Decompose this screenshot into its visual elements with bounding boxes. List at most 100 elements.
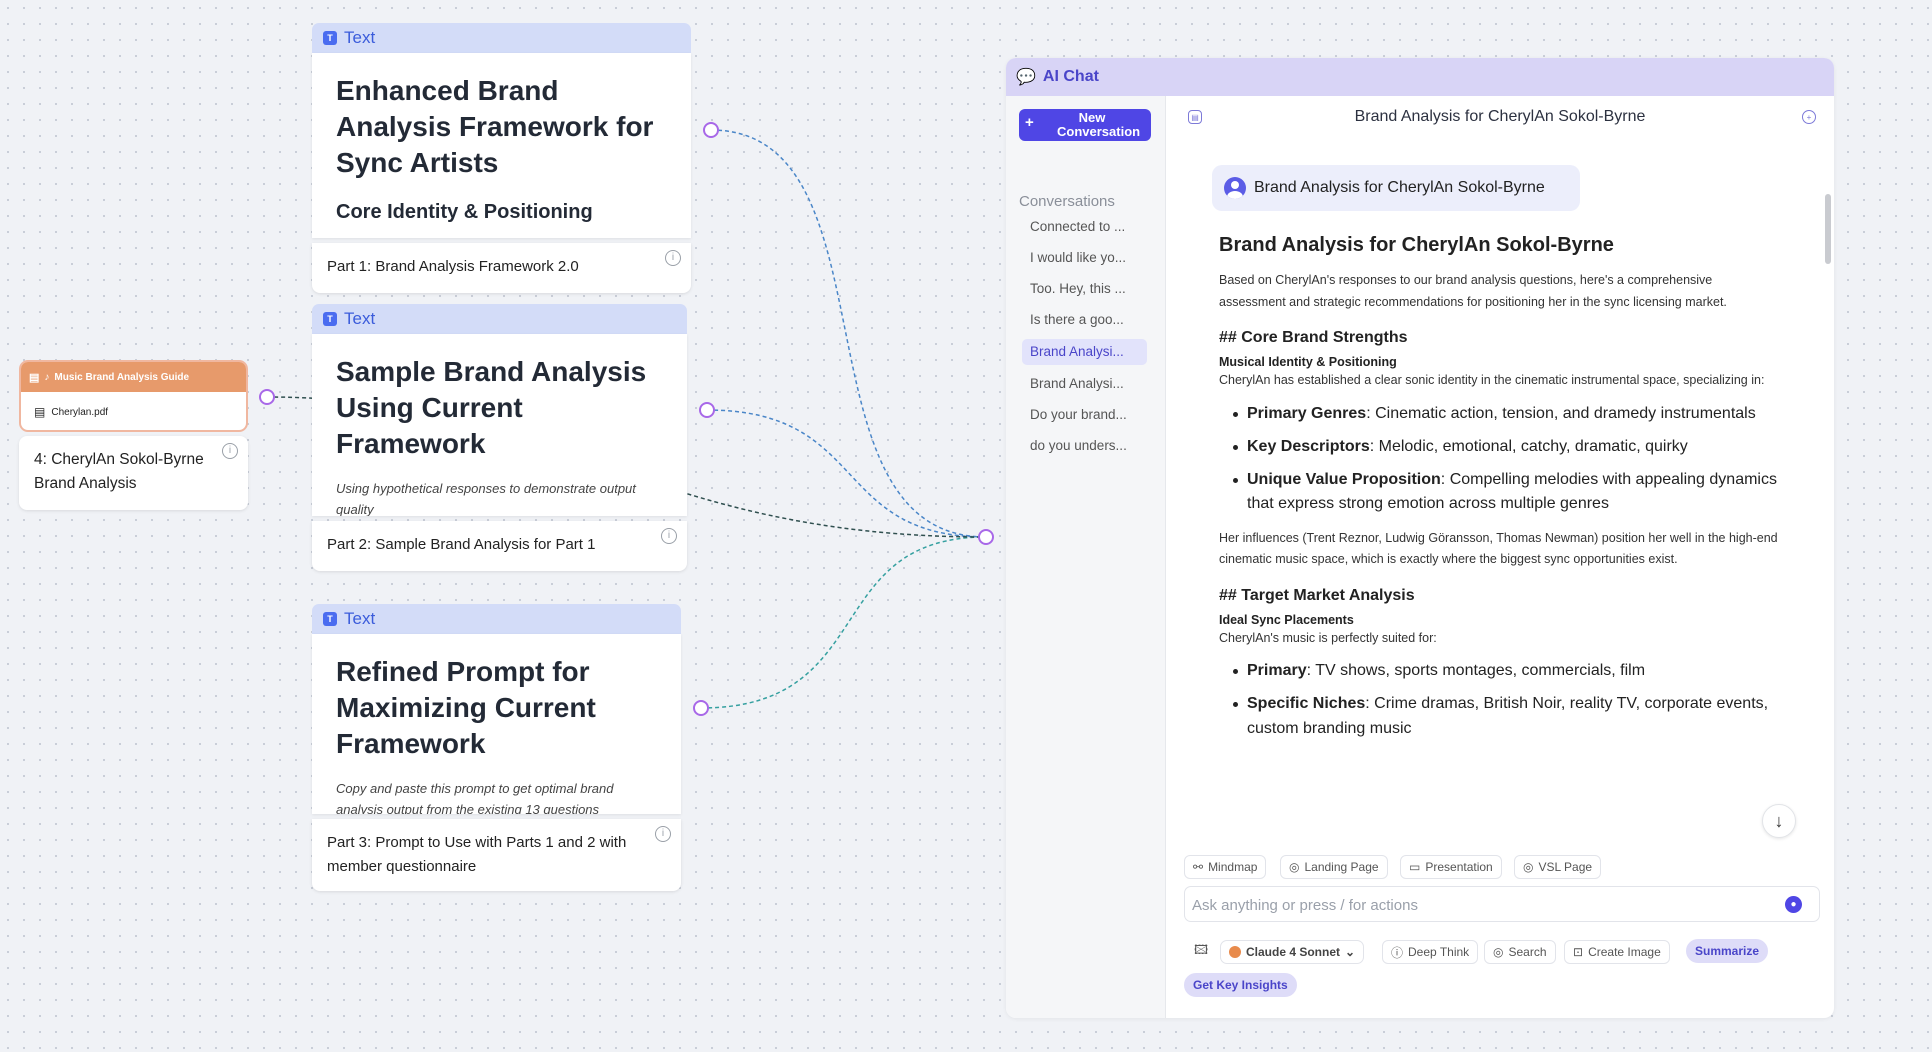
search-button[interactable]: ◎ Search	[1484, 940, 1556, 964]
bullet-label: Unique Value Proposition	[1247, 470, 1441, 488]
text-card-1-title: Enhanced Brand Analysis Framework for Sy…	[336, 73, 667, 181]
lightbulb-icon: ⓘ	[1391, 945, 1404, 960]
title-line: Analysis Framework for	[336, 111, 654, 142]
mindmap-button[interactable]: ⚯ Mindmap	[1184, 855, 1267, 879]
text-card-3-description: Copy and paste this prompt to get optima…	[336, 781, 614, 814]
summarize-button[interactable]: Summarize	[1686, 939, 1769, 963]
subsection-heading: Ideal Sync Placements	[1219, 612, 1354, 627]
presentation-icon: ▭	[1409, 860, 1421, 874]
image-upload-button[interactable]: 🖾	[1186, 940, 1217, 964]
vsl-page-button[interactable]: ◎ VSL Page	[1514, 855, 1602, 879]
bullet-label: Primary Genres	[1247, 404, 1367, 422]
conversation-item-active[interactable]: Brand Analysi...	[1022, 339, 1147, 365]
file-icon: ▤	[34, 405, 46, 419]
section-text: Her influences (Trent Reznor, Ludwig Gör…	[1219, 530, 1778, 567]
text-type-icon: T	[323, 612, 337, 626]
chat-header: ▤ Brand Analysis for CherylAn Sokol-Byrn…	[1166, 96, 1834, 138]
conversation-item[interactable]: Brand Analysi...	[1022, 371, 1147, 397]
bullet-text: : Cinematic action, tension, and dramedy…	[1366, 404, 1756, 422]
connector-card1	[710, 129, 987, 538]
text-card-3-footer[interactable]: Part 3: Prompt to Use with Parts 1 and 2…	[312, 819, 681, 891]
file-name: Cherylan.pdf	[51, 406, 109, 418]
connector-handle[interactable]	[699, 402, 715, 418]
new-conversation-button[interactable]: + New Conversation	[1019, 109, 1151, 141]
microphone-icon[interactable]: ●	[1785, 896, 1802, 913]
bullet-text: : TV shows, sports montages, commercials…	[1306, 662, 1646, 679]
chat-input[interactable]	[1192, 894, 1762, 916]
bullet-label: Key Descriptors	[1247, 437, 1370, 455]
text-card-2-header[interactable]: T Text	[312, 304, 687, 334]
text-card-2-footer[interactable]: Part 2: Sample Brand Analysis for Part 1…	[312, 521, 687, 571]
user-avatar-icon	[1224, 177, 1246, 199]
globe-icon: ◎	[1289, 860, 1300, 874]
text-card-1-body[interactable]: Enhanced Brand Analysis Framework for Sy…	[312, 53, 691, 238]
presentation-label: Presentation	[1425, 860, 1493, 874]
music-note-icon: ♪	[44, 371, 50, 383]
create-image-button[interactable]: ⊡ Create Image	[1564, 940, 1670, 964]
connector-handle[interactable]	[259, 389, 275, 405]
text-card-2-title: Sample Brand Analysis Using Current Fram…	[336, 354, 663, 462]
text-type-icon: T	[323, 31, 337, 45]
scrollbar[interactable]	[1825, 194, 1831, 264]
get-key-insights-label: Get Key Insights	[1193, 978, 1288, 992]
info-icon[interactable]: i	[665, 250, 681, 266]
title-line: Framework	[336, 728, 486, 759]
file-node-footer[interactable]: 4: CherylAn Sokol-Byrne Brand Analysis i	[19, 436, 248, 510]
new-chat-icon[interactable]: +	[1802, 110, 1816, 124]
conversation-item[interactable]: Too. Hey, this ...	[1022, 276, 1147, 302]
conversation-item[interactable]: Connected to ...	[1022, 214, 1147, 240]
title-line: Sync Artists	[336, 147, 499, 178]
ai-chat-titlebar[interactable]: 💬 AI Chat	[1006, 58, 1834, 96]
user-message-text: Brand Analysis for CherylAn Sokol-Byrne	[1254, 179, 1545, 196]
chevron-down-icon: ⌄	[1345, 945, 1356, 959]
landing-page-button[interactable]: ◎ Landing Page	[1280, 855, 1388, 879]
text-card-1-type: Text	[344, 28, 376, 47]
title-line: Sample Brand Analysis	[336, 356, 647, 387]
scroll-to-bottom-button[interactable]: ↓	[1762, 804, 1796, 838]
file-node[interactable]: ▤ ♪ Music Brand Analysis Guide ▤ Cheryla…	[19, 360, 248, 432]
text-card-1-footer[interactable]: Part 1: Brand Analysis Framework 2.0 i	[312, 243, 691, 293]
bullet-list: Primary Genres: Cinematic action, tensio…	[1219, 402, 1779, 517]
presentation-button[interactable]: ▭ Presentation	[1400, 855, 1502, 879]
bullet-list: Primary: TV shows, sports montages, comm…	[1219, 659, 1779, 738]
text-card-2-body[interactable]: Sample Brand Analysis Using Current Fram…	[312, 334, 687, 516]
info-icon[interactable]: i	[222, 443, 238, 459]
plus-icon: +	[1025, 114, 1034, 131]
deep-think-button[interactable]: ⓘ Deep Think	[1382, 940, 1479, 964]
connector-handle[interactable]	[703, 122, 719, 138]
image-icon: 🖾	[1194, 942, 1209, 957]
image-icon: ⊡	[1573, 945, 1584, 959]
message-area[interactable]: Brand Analysis for CherylAn Sokol-Byrne …	[1166, 138, 1834, 738]
text-type-icon: T	[323, 312, 337, 326]
mindmap-icon: ⚯	[1193, 860, 1204, 874]
vsl-page-label: VSL Page	[1538, 860, 1593, 874]
title-line: Enhanced Brand	[336, 75, 559, 106]
chat-input-handle[interactable]	[978, 529, 994, 545]
title-line: Using Current	[336, 392, 523, 423]
info-icon[interactable]: i	[661, 528, 677, 544]
connector-handle[interactable]	[693, 700, 709, 716]
conversation-sidebar: + New Conversation Conversations Connect…	[1006, 96, 1166, 1018]
list-item: Primary: TV shows, sports montages, comm…	[1219, 659, 1779, 684]
mindmap-label: Mindmap	[1208, 860, 1258, 874]
connector-card3	[700, 536, 987, 709]
file-row[interactable]: ▤ Cherylan.pdf	[21, 392, 246, 419]
section-text: CherylAn has established a clear sonic i…	[1219, 373, 1765, 387]
title-line: Framework	[336, 428, 486, 459]
text-card-3-header[interactable]: T Text	[312, 604, 681, 634]
globe-icon: ◎	[1493, 945, 1504, 959]
conversation-item[interactable]: I would like yo...	[1022, 245, 1147, 271]
chat-bubble-icon: 💬	[1016, 69, 1036, 86]
conversation-item[interactable]: Do your brand...	[1022, 402, 1147, 428]
info-icon[interactable]: i	[655, 826, 671, 842]
get-key-insights-button[interactable]: Get Key Insights	[1184, 973, 1297, 997]
model-selector[interactable]: Claude 4 Sonnet ⌄	[1220, 940, 1365, 964]
text-card-1-header[interactable]: T Text	[312, 23, 691, 53]
conversation-item[interactable]: do you unders...	[1022, 433, 1147, 459]
new-conversation-label: New Conversation	[1057, 110, 1141, 139]
ai-chat-title: AI Chat	[1042, 68, 1099, 85]
conversations-heading: Conversations	[1019, 193, 1115, 210]
conversation-item[interactable]: Is there a goo...	[1022, 307, 1147, 333]
title-line: Refined Prompt for	[336, 656, 590, 687]
text-card-3-body[interactable]: Refined Prompt for Maximizing Current Fr…	[312, 634, 681, 814]
